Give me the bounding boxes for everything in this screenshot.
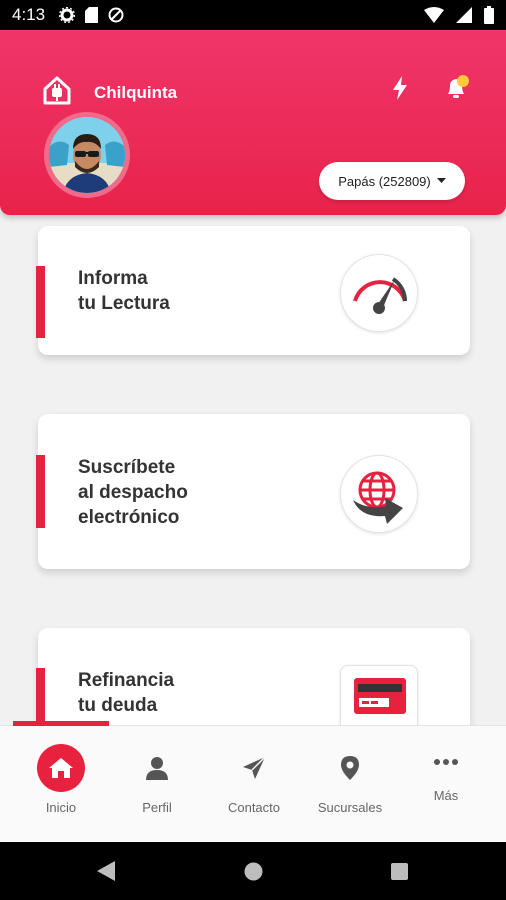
signal-icon	[456, 7, 472, 23]
header: Chilquinta Papás (252809)	[0, 30, 506, 215]
battery-icon	[484, 6, 494, 24]
notification-bell-icon[interactable]	[444, 75, 470, 101]
card-informa-lectura[interactable]: Informa tu Lectura	[36, 226, 470, 355]
home-circle-icon[interactable]	[244, 862, 263, 881]
data-saver-icon	[108, 7, 124, 23]
system-navigation-bar	[0, 842, 506, 900]
nav-item-sucursales[interactable]: Sucursales	[302, 726, 398, 843]
account-label: Papás (252809)	[338, 173, 431, 189]
nav-item-perfil[interactable]: Perfil	[109, 726, 205, 843]
brand-house-plug-icon	[43, 76, 71, 105]
card-title-line: al despacho	[78, 482, 188, 503]
globe-arrow-icon	[340, 455, 418, 533]
card-title-line: Informa	[78, 268, 148, 289]
location-pin-icon	[326, 744, 374, 792]
status-bar: 4:13	[0, 0, 506, 30]
nav-item-contacto[interactable]: Contacto	[206, 726, 302, 843]
card-title-line: tu Lectura	[78, 293, 170, 314]
card-despacho-electronico[interactable]: Suscríbete al despacho electrónico	[36, 414, 470, 569]
back-icon[interactable]	[97, 861, 115, 881]
nav-label: Más	[433, 788, 459, 803]
lightning-icon[interactable]	[389, 75, 411, 101]
card-title-line: Suscríbete	[78, 457, 176, 478]
card-accent	[36, 455, 45, 528]
card-accent	[36, 668, 45, 728]
send-icon	[230, 744, 278, 792]
nav-label: Perfil	[142, 800, 172, 815]
card-title-line: tu deuda	[78, 695, 158, 716]
card-accent	[36, 266, 45, 338]
caret-down-icon	[436, 178, 446, 183]
person-icon	[133, 744, 181, 792]
account-selector[interactable]: Papás (252809)	[319, 162, 465, 200]
recents-icon[interactable]	[391, 863, 408, 880]
wifi-icon	[424, 7, 444, 23]
nav-label: Sucursales	[317, 800, 383, 815]
nav-label: Inicio	[45, 800, 77, 815]
nav-label: Contacto	[227, 800, 281, 815]
nav-item-mas[interactable]: Más	[398, 726, 494, 843]
card-title-line: Refinancia	[78, 670, 175, 691]
home-icon	[37, 744, 85, 792]
more-dots-icon	[422, 744, 470, 780]
bottom-navigation: Inicio Perfil Contacto Sucursales Más	[0, 721, 506, 843]
avatar-photo	[49, 117, 125, 193]
nav-item-inicio[interactable]: Inicio	[13, 726, 109, 843]
status-time: 4:13	[12, 5, 46, 24]
brand-name: Chilquinta	[94, 83, 178, 102]
card-title-line: electrónico	[78, 507, 180, 528]
sd-card-icon	[85, 7, 99, 23]
settings-icon	[59, 7, 76, 23]
speedometer-icon	[340, 254, 418, 332]
avatar[interactable]	[44, 112, 130, 198]
